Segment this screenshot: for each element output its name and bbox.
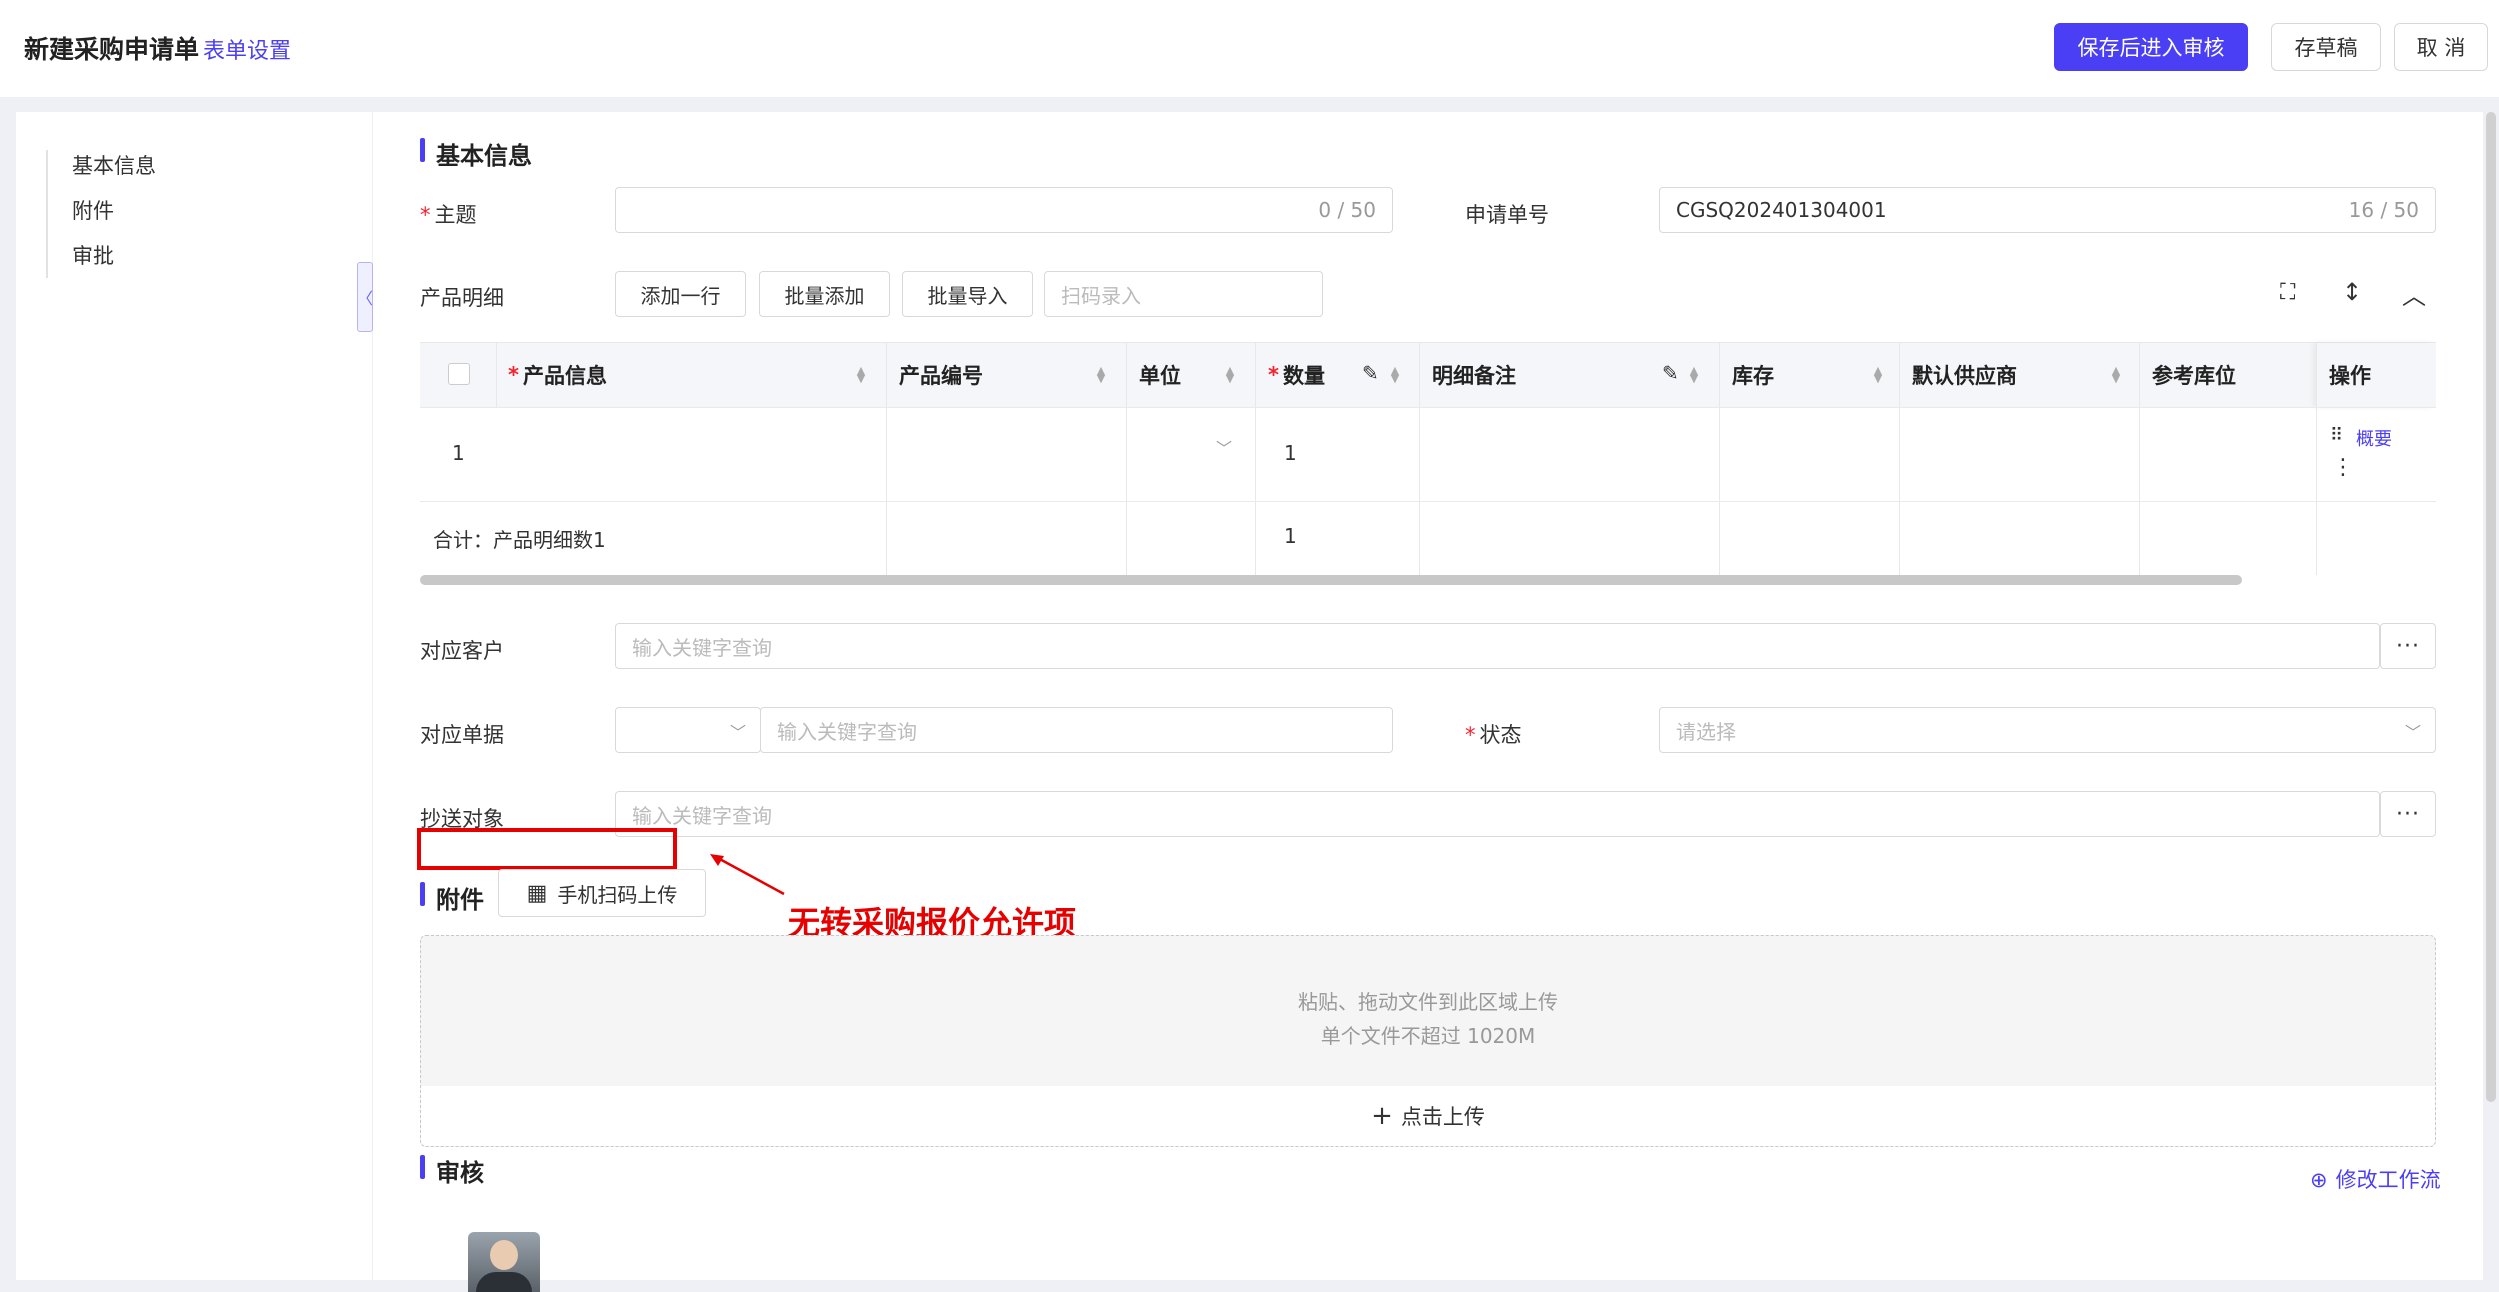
required-mark: * (1465, 723, 1476, 747)
section-title-review: 审核 (420, 1153, 484, 1188)
sort-icon[interactable]: ▲ ▼ (1095, 365, 1107, 384)
annotation-arrow (710, 854, 785, 896)
select-all-checkbox[interactable] (448, 363, 470, 385)
page-title: 新建采购申请单 (24, 35, 200, 64)
mobile-scan-upload-button[interactable]: ▦ 手机扫码上传 (498, 869, 706, 917)
sort-icon[interactable]: ▲ ▼ (855, 365, 867, 384)
page-vertical-scrollbar[interactable] (2486, 112, 2496, 1102)
qr-code-icon: ▦ (526, 880, 548, 906)
row-height-icon[interactable]: ↕ (2342, 278, 2362, 306)
order-no-value: CGSQ202401304001 (1676, 198, 1887, 222)
subject-input[interactable]: 0 / 50 (615, 187, 1393, 233)
doc-type-select[interactable]: ﹀ (615, 707, 761, 753)
customer-input[interactable]: 输入关键字查询 (615, 623, 2380, 669)
sidebar-item-basic-info[interactable]: 基本信息 (72, 150, 156, 180)
status-select[interactable]: 请选择 ﹀ (1659, 707, 2436, 753)
product-table: * 产品信息 ▲ ▼ 产品编号 ▲ ▼ 单位 ▲ ▼ * 数量 ✎ ▲ ▼ 明细备注 ✎ ▲… (420, 342, 2436, 586)
approver-avatar[interactable] (468, 1232, 540, 1292)
section-title-basic-info: 基本信息 (420, 136, 532, 171)
batch-add-button[interactable]: 批量添加 (759, 271, 890, 317)
required-mark: * (420, 203, 431, 227)
fullscreen-icon[interactable]: ⛶ (2280, 280, 2295, 305)
section-nav-sidebar: 基本信息 附件 审批 (16, 112, 372, 1280)
product-info-cell[interactable] (496, 408, 886, 501)
nav-rail (46, 150, 48, 278)
plus-circle-icon: ⊕ (2310, 1168, 2328, 1192)
add-row-button[interactable]: 添加一行 (615, 271, 746, 317)
collapse-sidebar-toggle[interactable]: 〈 (357, 262, 373, 332)
more-vertical-icon[interactable]: ⋮ (2332, 455, 2354, 480)
row-index: 1 (452, 441, 465, 465)
customer-more-button[interactable]: ··· (2380, 623, 2436, 669)
status-label: * 状态 (1465, 723, 1522, 747)
col-header-default-supplier: 默认供应商 (1912, 364, 2017, 388)
row-quantity[interactable]: 1 (1284, 441, 1297, 465)
page-header: 新建采购申请单 表单设置 保存后进入审核 存草稿 取 消 (0, 0, 2499, 97)
related-doc-input[interactable]: 输入关键字查询 (760, 707, 1393, 753)
col-header-ref-location: 参考库位 (2152, 364, 2236, 388)
dropzone-hint: 粘贴、拖动文件到此区域上传 (1298, 990, 1558, 1014)
related-doc-label: 对应单据 (420, 723, 504, 747)
col-header-detail-note: 明细备注 (1432, 364, 1516, 388)
col-header-actions: 操作 (2317, 343, 2436, 407)
chevron-down-icon: ﹀ (2404, 723, 2421, 742)
product-detail-label: 产品明细 (420, 286, 504, 310)
cc-input[interactable]: 输入关键字查询 (615, 791, 2380, 837)
edit-icon[interactable]: ✎ (1362, 361, 1379, 385)
chevron-left-icon: 〈 (357, 289, 374, 308)
file-dropzone[interactable]: 粘贴、拖动文件到此区域上传 单个文件不超过 1020M + 点击上传 (420, 935, 2436, 1147)
chevron-down-icon: ﹀ (729, 723, 746, 742)
table-horizontal-scrollbar[interactable] (420, 575, 2242, 585)
sort-icon[interactable]: ▲ ▼ (1688, 365, 1700, 384)
customer-label: 对应客户 (420, 639, 504, 663)
sort-icon[interactable]: ▲ ▼ (2110, 365, 2122, 384)
sidebar-item-approval[interactable]: 审批 (72, 240, 114, 270)
annotation-highlight-box (417, 828, 677, 870)
scan-placeholder: 扫码录入 (1061, 283, 1141, 308)
chevron-down-icon[interactable]: ﹀ (1216, 435, 1232, 459)
cancel-button[interactable]: 取 消 (2394, 23, 2488, 71)
drag-handle-icon[interactable]: ⠿ (2330, 425, 2343, 446)
form-settings-link[interactable]: 表单设置 (203, 33, 291, 65)
sidebar-item-attachment[interactable]: 附件 (72, 195, 114, 225)
order-no-char-counter: 16 / 50 (2348, 198, 2419, 222)
save-draft-button[interactable]: 存草稿 (2271, 23, 2381, 71)
cc-placeholder: 输入关键字查询 (632, 803, 772, 828)
dropzone-size-limit: 单个文件不超过 1020M (1320, 1024, 1536, 1048)
sort-icon[interactable]: ▲ ▼ (1389, 365, 1401, 384)
customer-placeholder: 输入关键字查询 (632, 635, 772, 660)
order-no-label: 申请单号 (1465, 203, 1549, 227)
sort-icon[interactable]: ▲ ▼ (1872, 365, 1884, 384)
row-summary-link[interactable]: 概要 (2356, 425, 2392, 451)
order-no-input[interactable]: CGSQ202401304001 16 / 50 (1659, 187, 2436, 233)
col-header-product-code: 产品编号 (899, 364, 983, 388)
modify-workflow-link[interactable]: ⊕ 修改工作流 (2310, 1164, 2441, 1194)
cc-more-button[interactable]: ··· (2380, 791, 2436, 837)
scan-input[interactable]: 扫码录入 (1044, 271, 1323, 317)
related-doc-placeholder: 输入关键字查询 (777, 719, 917, 744)
batch-import-button[interactable]: 批量导入 (902, 271, 1033, 317)
col-header-product-info: * 产品信息 (508, 363, 607, 388)
total-label: 合计：产品明细数1 (433, 528, 606, 552)
sort-icon[interactable]: ▲ ▼ (1224, 365, 1236, 384)
edit-icon[interactable]: ✎ (1662, 361, 1679, 385)
subject-label: * 主题 (420, 203, 477, 227)
total-quantity: 1 (1284, 524, 1297, 548)
collapse-up-icon[interactable]: ︿ (2402, 276, 2426, 311)
col-header-quantity: * 数量 (1268, 363, 1325, 388)
save-and-review-button[interactable]: 保存后进入审核 (2054, 23, 2248, 71)
section-title-attachment: 附件 (420, 880, 484, 915)
subject-char-counter: 0 / 50 (1318, 198, 1376, 222)
click-upload-button[interactable]: + 点击上传 (421, 1086, 2435, 1146)
status-placeholder: 请选择 (1676, 719, 1736, 744)
col-header-stock: 库存 (1732, 364, 1774, 388)
plus-icon: + (1371, 1101, 1393, 1131)
col-header-unit: 单位 (1139, 364, 1181, 388)
